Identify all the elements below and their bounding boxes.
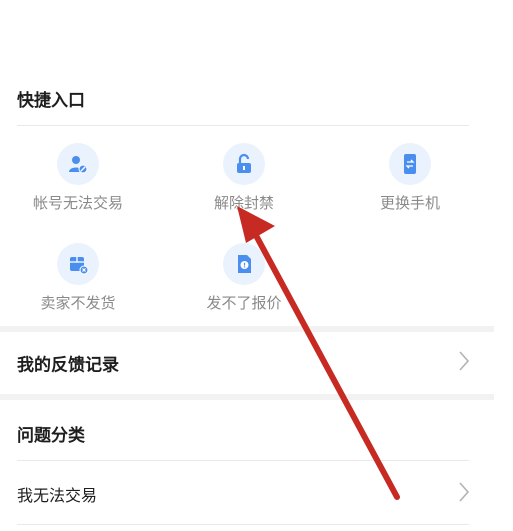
section-separator [0,394,494,400]
issue-category-title: 问题分类 [17,426,85,446]
shortcut-label: 发不了报价 [206,294,282,312]
shortcut-unban[interactable]: 解除封禁 [179,143,309,223]
issue-row-label: 我无法交易 [17,486,98,505]
divider [17,524,469,525]
document-alert-icon [223,243,265,285]
help-center-page: 快捷入口 帐号无法交易 解除封禁 更换手机 卖家不发货 发不了报价 我的反馈记录… [0,0,513,531]
shortcut-change-phone[interactable]: 更换手机 [345,143,475,223]
divider [17,125,469,126]
issue-row-cannot-trade[interactable]: 我无法交易 [0,465,494,523]
shortcut-account-cannot-trade[interactable]: 帐号无法交易 [13,143,143,223]
package-cancel-icon [57,243,99,285]
shortcut-label: 解除封禁 [213,194,274,212]
chevron-right-icon [458,481,470,507]
shortcut-label: 卖家不发货 [40,294,116,312]
feedback-record-row[interactable]: 我的反馈记录 [0,334,494,392]
user-blocked-icon [57,143,99,185]
shortcut-label: 帐号无法交易 [32,194,123,212]
unlock-icon [223,143,265,185]
phone-swap-icon [389,143,431,185]
shortcut-label: 更换手机 [379,194,440,212]
shortcut-seller-not-shipping[interactable]: 卖家不发货 [13,243,143,323]
feedback-record-label: 我的反馈记录 [17,355,119,376]
shortcut-cannot-send-quote[interactable]: 发不了报价 [179,243,309,323]
quick-entry-title: 快捷入口 [17,91,85,111]
divider [17,460,469,461]
chevron-right-icon [458,350,470,376]
section-separator [0,326,494,332]
